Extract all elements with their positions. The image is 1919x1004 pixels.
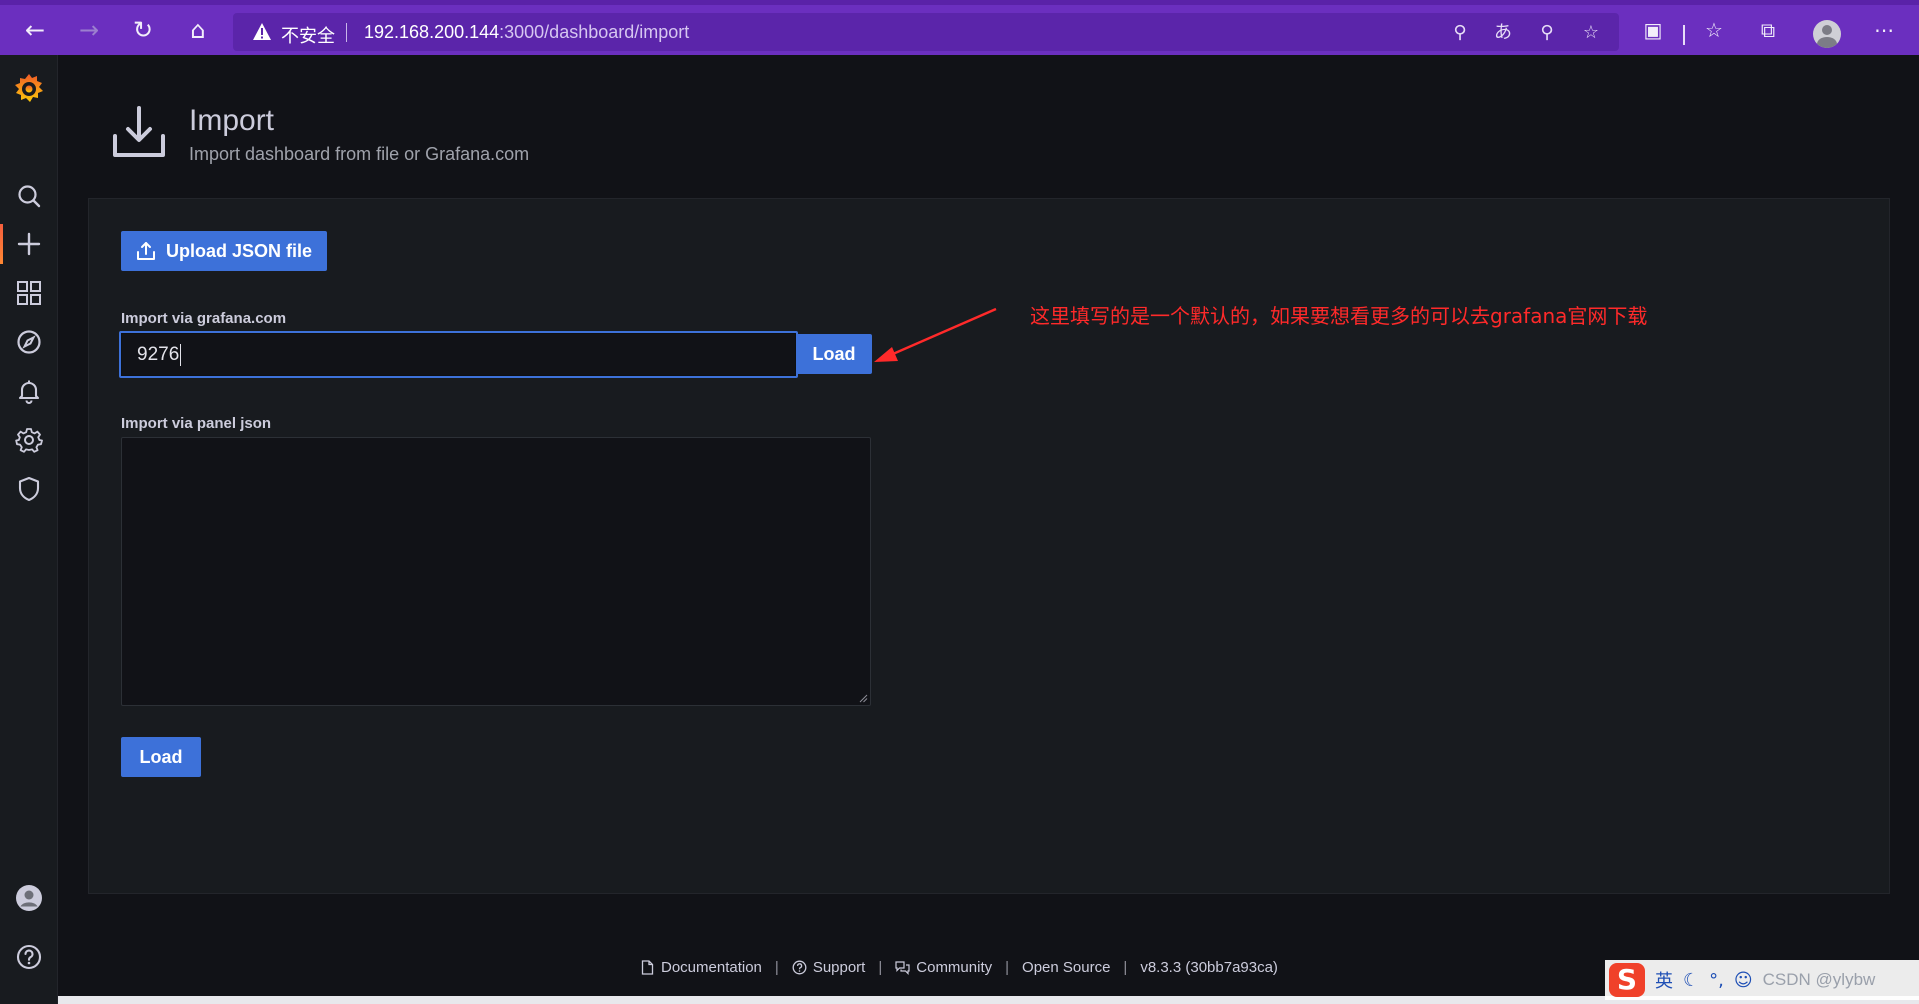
footer-documentation-link[interactable]: Documentation — [640, 959, 762, 976]
resize-handle-icon[interactable] — [858, 693, 868, 703]
forward-button[interactable]: → — [74, 15, 104, 45]
sogou-logo-icon[interactable]: S — [1609, 963, 1645, 997]
shield-icon — [18, 476, 40, 502]
url-text[interactable]: 192.168.200.144:3000/dashboard/import — [364, 22, 689, 43]
browser-profile-avatar[interactable] — [1813, 20, 1841, 48]
sidebar — [0, 55, 58, 1004]
back-button[interactable]: ← — [20, 15, 50, 45]
user-avatar-icon — [16, 885, 42, 911]
reload-button[interactable]: ↻ — [128, 15, 158, 45]
question-circle-icon — [792, 960, 807, 974]
url-path: :3000/dashboard/import — [499, 22, 690, 42]
favorite-add-icon[interactable]: ☆ — [1580, 21, 1602, 43]
grafana-id-input[interactable]: 9276 — [119, 331, 798, 378]
footer-open-source-link[interactable]: Open Source — [1022, 959, 1110, 976]
moon-icon[interactable]: ☾ — [1683, 970, 1699, 991]
extension-icon[interactable]: ▣ — [1640, 18, 1666, 44]
footer-documentation-label: Documentation — [661, 958, 762, 976]
footer-support-label: Support — [812, 958, 866, 976]
insecure-label[interactable]: 不安全 — [281, 22, 335, 48]
grafana-logo-icon[interactable] — [11, 71, 47, 107]
sidebar-item-help[interactable] — [0, 933, 58, 981]
upload-icon — [136, 242, 155, 260]
upload-json-button[interactable]: Upload JSON file — [121, 231, 327, 271]
toolbar-divider — [1683, 25, 1685, 45]
collections-icon[interactable]: ⧉ — [1755, 18, 1781, 44]
compass-icon — [17, 330, 41, 354]
ime-toolbar: S 英 ☾ °, ☺ CSDN @ylybw — [1605, 960, 1919, 1000]
import-icon — [113, 106, 165, 157]
sidebar-item-configuration[interactable] — [0, 416, 58, 464]
footer-open-source-label: Open Source — [1022, 958, 1111, 976]
footer-divider: | — [878, 958, 883, 976]
watermark: CSDN @ylybw — [1762, 970, 1876, 989]
footer: Documentation | Support | Community | Op… — [640, 956, 1278, 978]
apps-icon — [17, 281, 41, 305]
punctuation-icon[interactable]: °, — [1709, 970, 1724, 991]
footer-divider: | — [1005, 958, 1010, 976]
address-divider — [346, 23, 347, 42]
home-button[interactable]: ⌂ — [183, 15, 213, 45]
sidebar-item-dashboards[interactable] — [0, 269, 58, 317]
sidebar-item-profile[interactable] — [0, 874, 58, 922]
address-bar[interactable]: 不安全 192.168.200.144:3000/dashboard/impor… — [233, 13, 1619, 51]
translate-icon[interactable]: あ — [1492, 21, 1514, 43]
search-icon — [18, 185, 41, 208]
text-caret — [180, 344, 181, 366]
footer-divider: | — [774, 958, 779, 976]
load-grafana-button[interactable]: Load — [796, 334, 872, 374]
url-host: 192.168.200.144 — [364, 22, 500, 42]
footer-version-label: v8.3.3 (30bb7a93ca) — [1140, 958, 1278, 976]
plus-icon — [17, 232, 41, 256]
ime-language-toggle[interactable]: 英 — [1655, 967, 1673, 993]
question-circle-icon — [16, 944, 42, 970]
footer-divider: | — [1123, 958, 1128, 976]
footer-community-label: Community — [916, 958, 993, 976]
footer-community-link[interactable]: Community — [895, 959, 992, 976]
sidebar-item-create[interactable] — [0, 220, 58, 268]
emoji-icon[interactable]: ☺ — [1734, 970, 1753, 991]
panel-json-textarea[interactable] — [121, 437, 871, 706]
more-options-icon[interactable]: ⋯ — [1871, 18, 1897, 44]
page-title: Import — [189, 104, 275, 137]
footer-support-link[interactable]: Support — [792, 958, 866, 976]
panel-json-label: Import via panel json — [121, 415, 272, 432]
grafana-id-value: 9276 — [137, 344, 180, 365]
sidebar-item-explore[interactable] — [0, 318, 58, 366]
browser-toolbar: ← → ↻ ⌂ 不安全 192.168.200.144:3000/dashboa… — [0, 0, 1919, 55]
bell-icon — [18, 380, 40, 404]
favorites-icon[interactable]: ☆ — [1701, 18, 1727, 44]
sidebar-item-search[interactable] — [0, 172, 58, 220]
sidebar-item-server-admin[interactable] — [0, 465, 58, 513]
zoom-icon[interactable]: ⚲ — [1536, 21, 1558, 43]
footer-version: v8.3.3 (30bb7a93ca) — [1140, 959, 1278, 976]
comments-icon — [895, 960, 910, 975]
key-icon[interactable]: ⚲ — [1449, 21, 1471, 43]
warning-icon[interactable] — [252, 22, 272, 42]
grafana-import-label: Import via grafana.com — [121, 310, 287, 327]
load-json-button[interactable]: Load — [121, 737, 201, 777]
sidebar-item-alerting[interactable] — [0, 367, 58, 415]
upload-json-label: Upload JSON file — [165, 240, 313, 261]
annotation-arrow — [874, 307, 997, 362]
document-icon — [641, 959, 654, 975]
cog-icon — [15, 428, 43, 453]
annotation-note: 这里填写的是一个默认的，如果要想看更多的可以去grafana官网下载 — [1030, 304, 1648, 328]
page-subtitle: Import dashboard from file or Grafana.co… — [189, 144, 530, 164]
